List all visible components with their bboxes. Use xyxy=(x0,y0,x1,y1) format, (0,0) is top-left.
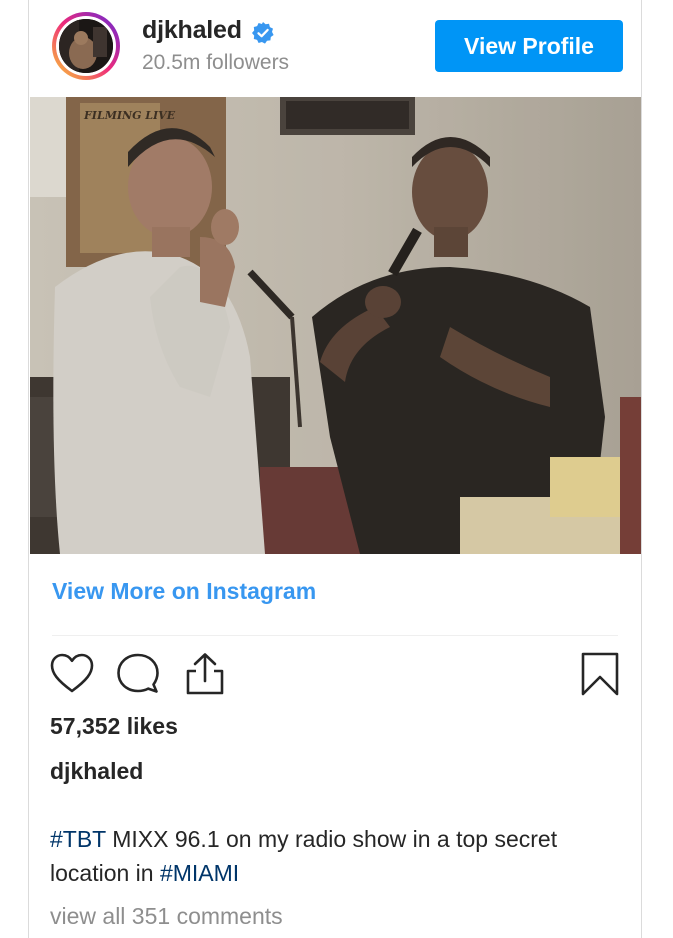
hashtag-tbt[interactable]: #TBT xyxy=(50,826,106,852)
verified-badge-icon xyxy=(252,22,274,44)
avatar-image-icon xyxy=(59,19,113,73)
post-photo[interactable]: FILMING LIVE xyxy=(30,97,641,554)
username[interactable]: djkhaled xyxy=(142,16,242,45)
view-profile-button[interactable]: View Profile xyxy=(435,20,623,72)
comment-icon[interactable] xyxy=(115,651,161,697)
bookmark-icon[interactable] xyxy=(577,651,623,697)
share-icon[interactable] xyxy=(182,651,228,697)
instagram-embed-card: djkhaled 20.5m followers View Profile FI… xyxy=(28,0,642,938)
follower-count: 20.5m followers xyxy=(142,51,290,74)
view-all-comments-link[interactable]: view all 351 comments xyxy=(50,903,283,930)
avatar[interactable] xyxy=(52,12,120,80)
hashtag-miami[interactable]: #MIAMI xyxy=(160,860,239,886)
post-header: djkhaled 20.5m followers View Profile xyxy=(29,0,641,96)
photo-icon: FILMING LIVE xyxy=(30,97,641,554)
divider xyxy=(52,635,618,636)
heart-icon[interactable] xyxy=(49,651,95,697)
avatar-photo xyxy=(59,19,113,73)
post-caption: #TBT MIXX 96.1 on my radio show in a top… xyxy=(50,822,610,890)
caption-text: MIXX 96.1 on my radio show in a top secr… xyxy=(50,826,558,886)
avatar-border xyxy=(56,16,116,76)
caption-username[interactable]: djkhaled xyxy=(50,758,143,785)
like-count[interactable]: 57,352 likes xyxy=(50,713,178,740)
view-more-on-instagram-link[interactable]: View More on Instagram xyxy=(52,578,316,605)
